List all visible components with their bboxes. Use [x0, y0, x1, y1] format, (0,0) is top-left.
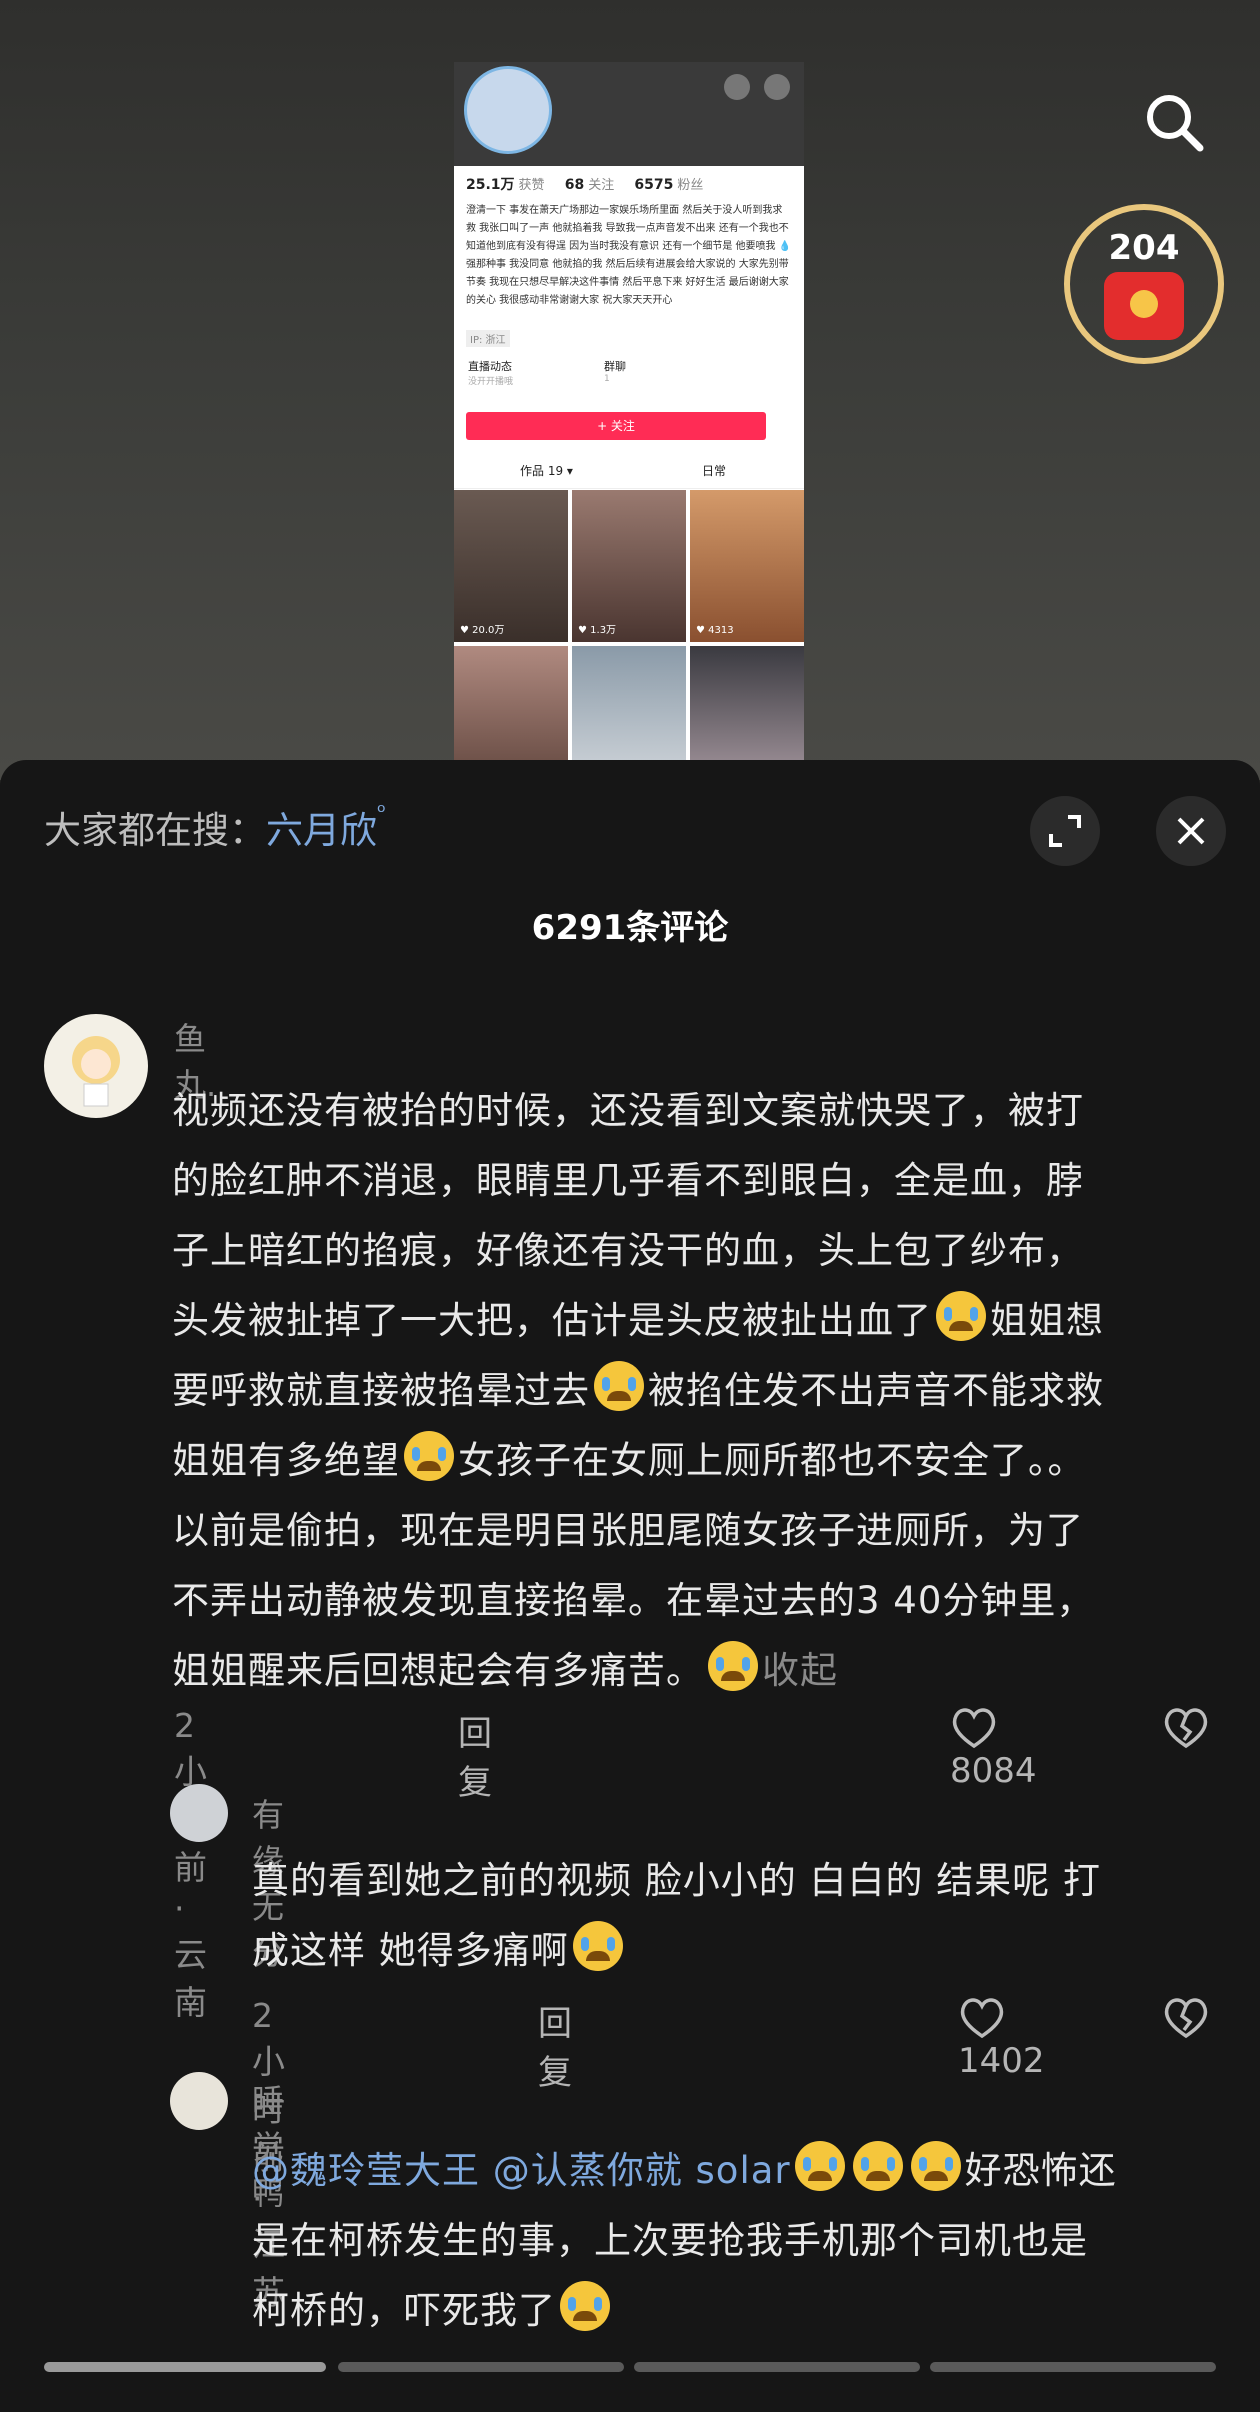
video-thumbnail: ♥ 4313	[690, 490, 804, 642]
video-thumbnail	[572, 646, 686, 762]
tab-works: 作品 19 ▾	[520, 464, 573, 478]
trending-search[interactable]: 大家都在搜：六月欣ᵒ	[44, 800, 386, 854]
user-avatar[interactable]	[44, 1014, 148, 1118]
video-likes: ♥ 1.3万	[578, 625, 617, 636]
comment-text: 真的看到她之前的视频 脸小小的 白白的 结果呢 打 成这样 她得多痛啊	[252, 1859, 1102, 1972]
like-button[interactable]: 8084	[950, 1706, 1037, 1791]
heart-icon	[960, 1998, 1004, 2039]
follow-button: + 关注	[466, 412, 766, 440]
user-avatar[interactable]	[170, 2072, 228, 2130]
video-thumbnail	[454, 646, 568, 762]
broken-heart-icon	[1164, 1998, 1208, 2039]
video-thumbnail: ♥ 1.3万	[572, 490, 686, 642]
trending-keyword[interactable]: 六月欣	[266, 809, 377, 852]
profile-tabs: 作品 19 ▾ 日常	[454, 454, 804, 489]
dislike-button[interactable]	[1162, 1706, 1210, 1759]
video-profile-screenshot: 25.1万 获赞 68 关注 6575 粉丝 澄清一下 事发在萧天广场那边一家娱乐场所…	[454, 62, 804, 762]
comment-count-title: 6291条评论	[531, 908, 729, 948]
comment-sheet: 大家都在搜：六月欣ᵒ 6291条评论 鱼丸. 视频还没有被抬的时候，还没看到文案…	[0, 760, 1260, 2412]
crying-emoji	[708, 1641, 758, 1691]
profile-location: IP: 浙江	[466, 330, 510, 347]
expand-button[interactable]	[1030, 796, 1100, 866]
like-count: 1402	[958, 2041, 1045, 2081]
red-packet-count: 204	[1108, 228, 1180, 268]
collapse-link[interactable]: 收起	[762, 1649, 838, 1692]
crying-emoji	[572, 1921, 623, 1971]
mention-link[interactable]: @魏玲莹大王	[252, 2149, 480, 2192]
video-likes: ♥ 20.0万	[460, 625, 505, 636]
crying-emoji	[404, 1431, 454, 1481]
profile-stats: 25.1万 获赞 68 关注 6575 粉丝	[466, 177, 704, 193]
video-thumbnail	[690, 646, 804, 762]
crying-emoji	[560, 2281, 610, 2331]
live-feature: 直播动态 没开开播哦	[468, 360, 514, 387]
progress-segment	[338, 2362, 624, 2372]
dislike-button[interactable]	[1162, 1996, 1210, 2049]
trending-prefix: 大家都在搜：	[44, 809, 266, 852]
expand-icon	[1049, 815, 1081, 847]
group-feature: 群聊 1	[604, 360, 626, 384]
crying-emoji	[794, 2141, 845, 2191]
comment-text: @魏玲莹大王 @认蒸你就 solar 好恐怖还 是在柯桥发生的事，上次要抢我手机那…	[252, 2136, 1232, 2346]
like-count: 8084	[950, 1751, 1037, 1791]
close-icon	[1177, 817, 1205, 845]
broken-heart-icon	[1164, 1708, 1208, 1749]
mention-link[interactable]: @认蒸你就 solar	[493, 2149, 791, 2192]
crying-emoji	[594, 1361, 644, 1411]
heart-icon	[952, 1708, 996, 1749]
video-thumbnail: ♥ 20.0万	[454, 490, 568, 642]
progress-segment	[634, 2362, 920, 2372]
like-button[interactable]: 1402	[958, 1996, 1045, 2081]
red-packet-widget[interactable]: 204	[1064, 204, 1224, 364]
search-icon: ᵒ	[377, 800, 387, 825]
reply-button[interactable]: 回复	[538, 1996, 572, 2094]
crying-emoji	[852, 2141, 903, 2191]
user-avatar[interactable]	[170, 1784, 228, 1842]
reply-button[interactable]: 回复	[458, 1706, 492, 1804]
cartoon-avatar-icon	[72, 1036, 120, 1107]
profile-avatar	[464, 66, 552, 154]
comment-meta: 2小时前 · 云南	[174, 1706, 207, 2022]
progress-segment	[930, 2362, 1216, 2372]
more-icon	[764, 74, 790, 100]
tab-daily: 日常	[702, 464, 727, 478]
profile-bio: 澄清一下 事发在萧天广场那边一家娱乐场所里面 然后关于没人听到我求救 我张口叫了…	[466, 205, 792, 306]
close-button[interactable]	[1156, 796, 1226, 866]
crying-emoji	[910, 2141, 961, 2191]
crying-emoji	[936, 1291, 986, 1341]
search-icon	[724, 74, 750, 100]
comment-text: 视频还没有被抬的时候，还没看到文案就快哭了，被打 的脸红肿不消退，眼睛里几乎看不…	[172, 1089, 1104, 1692]
search-button[interactable]	[1140, 88, 1210, 158]
video-likes: ♥ 4313	[696, 625, 734, 636]
coin-icon	[1130, 290, 1158, 318]
progress-segment	[44, 2362, 326, 2372]
search-icon	[1147, 95, 1204, 152]
